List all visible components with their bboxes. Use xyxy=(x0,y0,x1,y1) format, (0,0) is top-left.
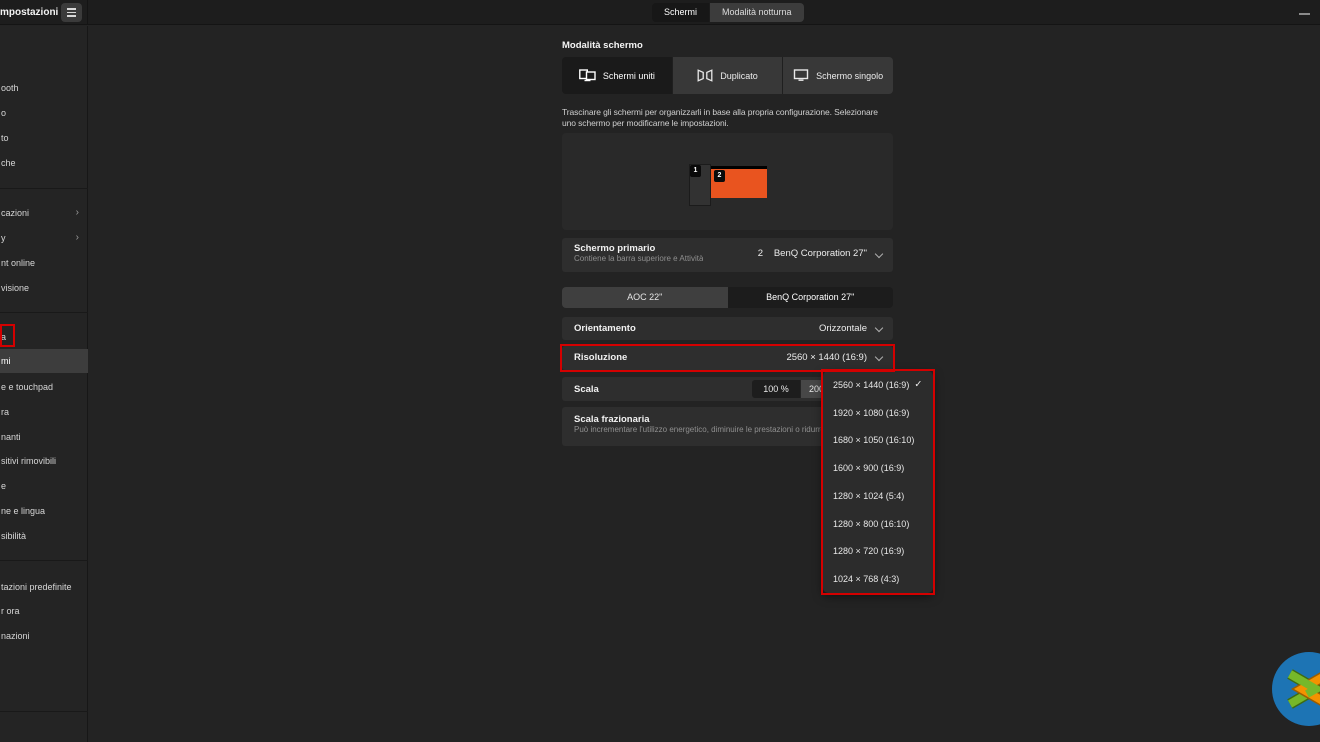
dropdown-option-1280x800[interactable]: 1280 × 800 (16:10) xyxy=(823,510,933,538)
settings-window: mpostazioni Schermi Modalità notturna oo… xyxy=(0,0,1320,742)
sidebar-item-regione-lingua[interactable]: ne e lingua xyxy=(0,500,88,522)
mode-mirror-button[interactable]: Duplicato xyxy=(672,57,783,94)
view-switcher: Schermi Modalità notturna xyxy=(652,3,804,22)
display-mode-heading: Modalità schermo xyxy=(562,40,643,51)
primary-display-title: Schermo primario xyxy=(574,243,703,254)
sidebar-item[interactable]: to xyxy=(0,127,88,149)
hamburger-icon xyxy=(67,8,76,10)
monitor-1-badge: 1 xyxy=(690,165,701,177)
arrangement-description: Trascinare gli schermi per organizzarli … xyxy=(562,107,893,129)
dropdown-option-1600x900[interactable]: 1600 × 900 (16:9) xyxy=(823,454,933,482)
sidebar-item-account-online[interactable]: nt online xyxy=(0,252,88,274)
chevron-down-icon xyxy=(875,353,883,361)
chevron-down-icon xyxy=(875,250,883,258)
resolution-dropdown: 2560 × 1440 (16:9) ✓ 1920 × 1080 (16:9) … xyxy=(823,371,933,593)
sidebar-item-colore[interactable]: e xyxy=(0,475,88,497)
dropdown-option-1680x1050[interactable]: 1680 × 1050 (16:10) xyxy=(823,427,933,455)
join-displays-icon xyxy=(579,69,596,82)
monitor-2-badge: 2 xyxy=(714,170,725,182)
orientation-label: Orientamento xyxy=(574,323,636,334)
monitor-selector-tabs: AOC 22" BenQ Corporation 27" xyxy=(562,287,893,308)
primary-display-value: BenQ Corporation 27" xyxy=(774,248,867,259)
scale-label: Scala xyxy=(574,384,599,395)
sidebar-item-condivisione[interactable]: visione xyxy=(0,277,88,299)
sidebar-item[interactable]: che xyxy=(0,152,88,174)
primary-display-number: 2 xyxy=(758,248,763,259)
orientation-value: Orizzontale xyxy=(819,323,867,334)
sidebar-headerbar: mpostazioni xyxy=(0,0,88,25)
dropdown-option-1920x1080[interactable]: 1920 × 1080 (16:9) xyxy=(823,399,933,427)
sidebar-item-dispositivi-rimovibili[interactable]: sitivi rimovibili xyxy=(0,450,88,472)
sidebar-item-mouse-touchpad[interactable]: e e touchpad xyxy=(0,376,88,398)
screen-recorder-watermark-logo xyxy=(1267,647,1320,731)
monitor-tab-aoc[interactable]: AOC 22" xyxy=(562,287,728,308)
display-mode-group: Schermi uniti Duplicato Schermo singolo xyxy=(562,57,893,94)
sidebar-item-informazioni[interactable]: nazioni xyxy=(0,625,88,647)
single-display-icon xyxy=(793,69,809,82)
sidebar-divider xyxy=(0,312,88,313)
dropdown-option-1280x720[interactable]: 1280 × 720 (16:9) xyxy=(823,538,933,566)
mode-single-display-button[interactable]: Schermo singolo xyxy=(782,57,893,94)
sidebar-item-bluetooth[interactable]: ooth xyxy=(0,77,88,99)
checkmark-icon: ✓ xyxy=(914,379,922,390)
chevron-right-icon: › xyxy=(76,227,79,249)
titlebar: mpostazioni Schermi Modalità notturna xyxy=(0,0,1320,25)
sidebar-item-accessibilita[interactable]: sibilità xyxy=(0,525,88,547)
scale-100-button[interactable]: 100 % xyxy=(752,380,800,398)
scale-button-group: 100 % 200 xyxy=(752,380,832,398)
sidebar-item[interactable]: o xyxy=(0,102,88,124)
tab-schermi[interactable]: Schermi xyxy=(652,3,709,22)
tab-modalita-notturna[interactable]: Modalità notturna xyxy=(709,3,804,22)
sidebar-divider xyxy=(0,188,88,189)
orientation-row[interactable]: Orientamento Orizzontale xyxy=(562,317,893,340)
sidebar-item-data-ora[interactable]: r ora xyxy=(0,600,88,622)
chevron-down-icon xyxy=(875,324,883,332)
hamburger-menu-button[interactable] xyxy=(61,3,82,22)
mode-join-displays-button[interactable]: Schermi uniti xyxy=(562,57,672,94)
sidebar-item-privacy[interactable]: y › xyxy=(0,227,88,249)
resolution-label: Risoluzione xyxy=(574,352,627,363)
app-title: mpostazioni xyxy=(0,0,58,25)
resolution-row[interactable]: Risoluzione 2560 × 1440 (16:9) xyxy=(562,346,893,370)
dropdown-option-2560x1440[interactable]: 2560 × 1440 (16:9) ✓ xyxy=(823,371,933,399)
sidebar-item-stampanti[interactable]: nanti xyxy=(0,426,88,448)
sidebar-divider xyxy=(0,711,88,712)
sidebar-divider xyxy=(0,560,88,561)
sidebar-item-applicazioni[interactable]: cazioni › xyxy=(0,202,88,224)
dropdown-option-1024x768[interactable]: 1024 × 768 (4:3) xyxy=(823,565,933,593)
monitor-tab-benq[interactable]: BenQ Corporation 27" xyxy=(728,287,894,308)
mirror-displays-icon xyxy=(697,69,713,82)
annotation-box-sidebar-schermi xyxy=(0,324,15,347)
chevron-right-icon: › xyxy=(76,202,79,224)
primary-display-row[interactable]: Schermo primario Contiene la barra super… xyxy=(562,238,893,272)
resolution-value: 2560 × 1440 (16:9) xyxy=(786,352,867,363)
minimize-icon[interactable] xyxy=(1299,13,1310,15)
sidebar: ooth o to che cazioni › y › nt online vi… xyxy=(0,26,88,742)
primary-display-subtitle: Contiene la barra superiore e Attività xyxy=(574,254,703,263)
dropdown-option-1280x1024[interactable]: 1280 × 1024 (5:4) xyxy=(823,482,933,510)
sidebar-item-schermi-active[interactable]: mi xyxy=(0,349,88,373)
sidebar-item-tastiera[interactable]: ra xyxy=(0,401,88,423)
sidebar-item-app-predefinite[interactable]: tazioni predefinite xyxy=(0,576,88,598)
